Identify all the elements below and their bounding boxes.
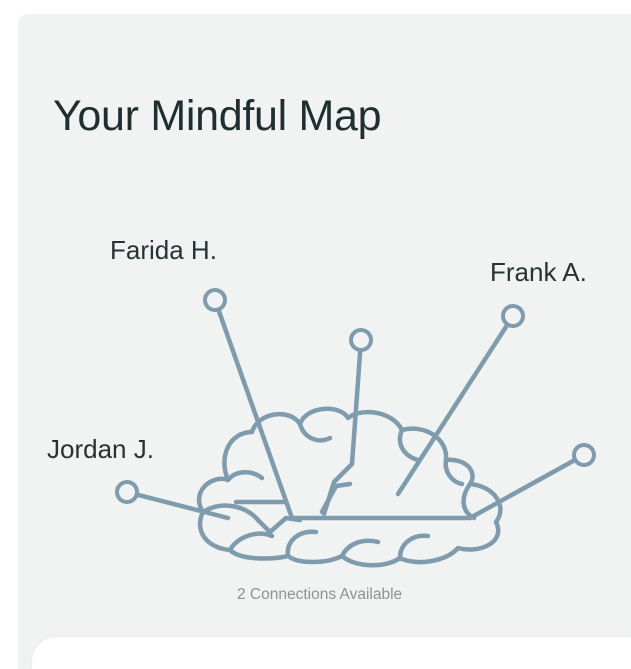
- connection-name-frank[interactable]: Frank A.: [490, 257, 587, 288]
- node-farida[interactable]: [203, 288, 227, 312]
- connector-jordan: [124, 489, 231, 521]
- connection-name-jordan[interactable]: Jordan J.: [47, 434, 154, 465]
- node-right[interactable]: [572, 443, 596, 467]
- connection-name-farida[interactable]: Farida H.: [110, 235, 217, 266]
- mindful-map-screen: Your Mindful Map Farida H. Frank A. Jord…: [0, 0, 631, 669]
- bottom-sheet[interactable]: [32, 637, 631, 669]
- connector-frank: [395, 313, 516, 497]
- brain-connections-icon: [196, 406, 503, 568]
- mind-map: [115, 288, 596, 568]
- node-center[interactable]: [349, 328, 373, 352]
- node-frank[interactable]: [501, 304, 525, 328]
- connector-center: [321, 337, 364, 517]
- node-jordan[interactable]: [115, 480, 139, 504]
- connections-available-text: 2 Connections Available: [237, 586, 403, 603]
